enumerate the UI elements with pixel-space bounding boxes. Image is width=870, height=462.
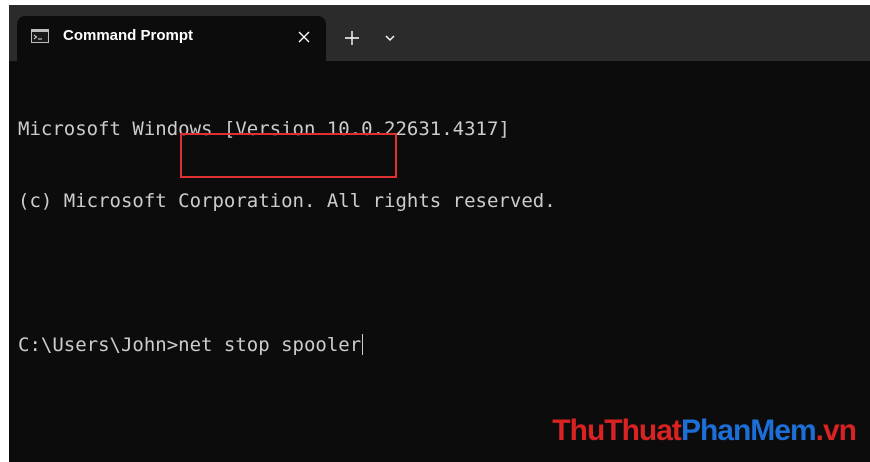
- tab-title: Command Prompt: [63, 27, 194, 44]
- text-cursor: [362, 334, 364, 355]
- watermark-part-2: PhanMem: [680, 414, 817, 447]
- title-bar: Command Prompt: [9, 5, 870, 61]
- watermark-part-1: ThuThuat: [552, 414, 682, 447]
- chevron-down-icon[interactable]: [381, 29, 399, 47]
- plus-icon[interactable]: [341, 27, 363, 49]
- command-text: net stop spooler: [178, 334, 362, 356]
- tab-command-prompt[interactable]: Command Prompt: [17, 16, 326, 61]
- version-line: Microsoft Windows [Version 10.0.22631.43…: [18, 118, 510, 140]
- watermark-logo: ThuThuatPhanMem.vn: [552, 414, 857, 448]
- copyright-line: (c) Microsoft Corporation. All rights re…: [18, 190, 556, 212]
- prompt-text: C:\Users\John>: [18, 334, 179, 356]
- command-line[interactable]: C:\Users\John>net stop spooler: [18, 333, 556, 357]
- terminal-window: Command Prompt Microsoft Windows [Versio…: [9, 5, 870, 462]
- cmd-icon: [31, 29, 49, 43]
- watermark-part-3: .vn: [815, 414, 857, 447]
- close-icon[interactable]: [295, 28, 313, 46]
- terminal-output[interactable]: Microsoft Windows [Version 10.0.22631.43…: [18, 69, 556, 405]
